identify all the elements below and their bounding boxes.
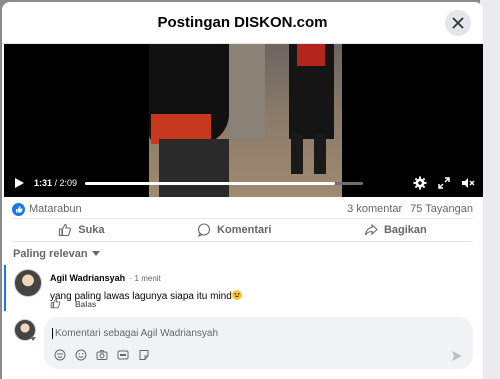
view-count: 75 Tayangan [410, 203, 473, 215]
share-label: Bagikan [383, 224, 427, 236]
comment-button[interactable]: Komentari [197, 223, 271, 237]
video-control-icons [413, 176, 475, 190]
fullscreen-button[interactable] [437, 176, 451, 190]
thumbs-up-icon [50, 298, 61, 309]
comment-author[interactable]: Agil Wadriansyah [50, 273, 125, 283]
thumbs-up-icon [59, 223, 72, 237]
settings-button[interactable] [413, 176, 427, 190]
camera-button[interactable] [96, 349, 108, 361]
current-time: 1:31 [34, 178, 53, 188]
time-separator: / [52, 178, 60, 188]
video-progress-bar[interactable] [85, 181, 364, 185]
like-label: Suka [78, 224, 105, 236]
share-button[interactable]: Bagikan [364, 223, 427, 237]
comment-composer [12, 315, 473, 369]
avatar[interactable] [14, 269, 42, 297]
video-progress-fill [85, 181, 336, 185]
stats-right: 3 komentar 75 Tayangan [347, 203, 473, 215]
comment-like-button[interactable] [50, 298, 61, 311]
fullscreen-icon [438, 177, 450, 189]
close-icon [452, 17, 464, 29]
video-player[interactable]: 1:31 / 2:09 [4, 44, 483, 197]
caret-down-icon [91, 251, 100, 256]
comment-sort-label: Paling relevan [13, 248, 88, 260]
comment-count[interactable]: 3 komentar [347, 203, 402, 215]
duration: 2:09 [59, 178, 78, 188]
comment-actions: Balas [50, 298, 96, 311]
sticker-button[interactable] [138, 349, 150, 361]
composer-tools [54, 349, 150, 361]
camera-icon [96, 350, 108, 360]
gif-button[interactable] [117, 349, 129, 361]
send-button[interactable] [451, 349, 463, 361]
chevron-down-icon [30, 337, 36, 341]
comment-bubble-icon [197, 223, 211, 237]
gif-icon [117, 350, 129, 360]
comment-input[interactable] [52, 328, 465, 339]
grinning-emoji-icon [231, 290, 242, 300]
close-button[interactable] [445, 10, 471, 36]
video-controls: 1:31 / 2:09 [4, 169, 483, 197]
play-button[interactable] [12, 176, 26, 190]
send-icon [452, 351, 462, 361]
comment-label: Komentari [217, 224, 272, 236]
comment-item: Agil Wadriansyah · 1 menit yang paling l… [4, 265, 473, 311]
comment-sort-dropdown[interactable]: Paling relevan [13, 248, 100, 260]
mute-button[interactable] [461, 176, 475, 190]
video-time: 1:31 / 2:09 [34, 178, 77, 188]
mute-icon [462, 178, 475, 188]
post-actions: Suka Komentari Bagikan [12, 218, 473, 242]
sticker-icon [139, 350, 149, 360]
comment-body: Agil Wadriansyah · 1 menit yang paling l… [50, 268, 242, 302]
emoji-button[interactable] [75, 349, 87, 361]
composer-box [44, 317, 473, 369]
play-icon [15, 178, 24, 188]
post-modal: Postingan DISKON.com 1:31 / 2:09 Matarab… [2, 2, 483, 379]
reply-button[interactable]: Balas [75, 300, 96, 309]
settings-icon [413, 176, 427, 190]
share-arrow-icon [364, 223, 378, 236]
avatar-sticker-icon [54, 349, 66, 361]
like-reaction-icon [12, 202, 25, 216]
comment-time[interactable]: 1 menit [135, 274, 161, 283]
reaction-names[interactable]: Matarabun [29, 203, 82, 215]
like-button[interactable]: Suka [58, 223, 105, 237]
post-stats: Matarabun 3 komentar 75 Tayangan [12, 200, 473, 218]
avatar-sticker-button[interactable] [54, 349, 66, 361]
modal-title: Postingan DISKON.com [157, 14, 328, 31]
page-backdrop [480, 0, 500, 379]
emoji-icon [75, 349, 87, 361]
modal-header: Postingan DISKON.com [2, 2, 483, 44]
